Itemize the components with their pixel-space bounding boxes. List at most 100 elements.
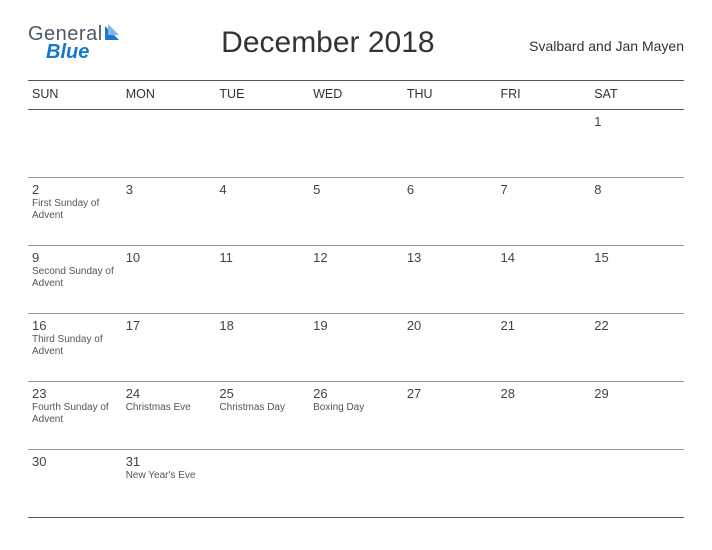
day-number: 15 (594, 250, 680, 265)
day-cell: 10 (122, 246, 216, 314)
day-number: 6 (407, 182, 493, 197)
header: General Blue December 2018 Svalbard and … (28, 20, 684, 62)
day-cell: 30 (28, 450, 122, 518)
day-cell: 23Fourth Sunday of Advent (28, 382, 122, 450)
weekday-header-row: SUN MON TUE WED THU FRI SAT (28, 81, 684, 110)
day-cell: 14 (497, 246, 591, 314)
day-number: 20 (407, 318, 493, 333)
day-cell (497, 110, 591, 178)
day-event: Christmas Eve (126, 402, 212, 414)
day-number: 24 (126, 386, 212, 401)
calendar-title: December 2018 (127, 20, 529, 60)
day-cell (497, 450, 591, 518)
day-cell (403, 110, 497, 178)
day-number: 29 (594, 386, 680, 401)
day-cell (403, 450, 497, 518)
week-row: 1 (28, 110, 684, 178)
day-cell: 28 (497, 382, 591, 450)
day-cell: 9Second Sunday of Advent (28, 246, 122, 314)
day-number: 18 (219, 318, 305, 333)
day-cell (309, 110, 403, 178)
week-row: 9Second Sunday of Advent 10 11 12 13 14 … (28, 246, 684, 314)
day-event: Third Sunday of Advent (32, 334, 118, 357)
day-cell: 13 (403, 246, 497, 314)
day-event: New Year's Eve (126, 470, 212, 482)
day-cell: 26Boxing Day (309, 382, 403, 450)
day-cell: 2First Sunday of Advent (28, 178, 122, 246)
day-cell: 16Third Sunday of Advent (28, 314, 122, 382)
day-cell (309, 450, 403, 518)
calendar-grid: SUN MON TUE WED THU FRI SAT 1 2First Sun… (28, 80, 684, 518)
day-cell: 20 (403, 314, 497, 382)
logo-triangle-icon (105, 24, 127, 44)
day-event: Fourth Sunday of Advent (32, 402, 118, 425)
day-number: 13 (407, 250, 493, 265)
day-cell: 24Christmas Eve (122, 382, 216, 450)
day-cell: 6 (403, 178, 497, 246)
day-cell: 7 (497, 178, 591, 246)
day-cell: 8 (590, 178, 684, 246)
day-number: 12 (313, 250, 399, 265)
weekday-header: WED (309, 81, 403, 110)
day-cell: 11 (215, 246, 309, 314)
day-number: 17 (126, 318, 212, 333)
weekday-header: SUN (28, 81, 122, 110)
day-cell: 5 (309, 178, 403, 246)
day-number: 28 (501, 386, 587, 401)
day-cell: 15 (590, 246, 684, 314)
week-row: 16Third Sunday of Advent 17 18 19 20 21 … (28, 314, 684, 382)
weekday-header: TUE (215, 81, 309, 110)
day-number: 2 (32, 182, 118, 197)
day-number: 3 (126, 182, 212, 197)
brand-logo: General Blue (28, 20, 127, 62)
day-cell (28, 110, 122, 178)
day-event: Christmas Day (219, 402, 305, 414)
day-cell (590, 450, 684, 518)
day-cell: 29 (590, 382, 684, 450)
day-cell: 3 (122, 178, 216, 246)
day-cell: 25Christmas Day (215, 382, 309, 450)
weekday-header: SAT (590, 81, 684, 110)
day-number: 10 (126, 250, 212, 265)
day-cell: 21 (497, 314, 591, 382)
week-row: 23Fourth Sunday of Advent 24Christmas Ev… (28, 382, 684, 450)
day-cell: 17 (122, 314, 216, 382)
day-number: 11 (219, 250, 305, 265)
day-event: Boxing Day (313, 402, 399, 414)
day-event: First Sunday of Advent (32, 198, 118, 221)
day-event: Second Sunday of Advent (32, 266, 118, 289)
day-cell (215, 110, 309, 178)
day-number: 9 (32, 250, 118, 265)
day-cell: 27 (403, 382, 497, 450)
day-cell: 18 (215, 314, 309, 382)
day-cell: 4 (215, 178, 309, 246)
day-number: 30 (32, 454, 118, 469)
region-label: Svalbard and Jan Mayen (529, 20, 684, 54)
day-number: 22 (594, 318, 680, 333)
day-cell: 1 (590, 110, 684, 178)
week-row: 2First Sunday of Advent 3 4 5 6 7 8 (28, 178, 684, 246)
day-cell: 31New Year's Eve (122, 450, 216, 518)
day-cell (215, 450, 309, 518)
day-number: 21 (501, 318, 587, 333)
day-number: 16 (32, 318, 118, 333)
day-cell: 12 (309, 246, 403, 314)
day-number: 14 (501, 250, 587, 265)
day-number: 4 (219, 182, 305, 197)
week-row: 30 31New Year's Eve (28, 450, 684, 518)
day-cell (122, 110, 216, 178)
day-number: 19 (313, 318, 399, 333)
day-number: 31 (126, 454, 212, 469)
weekday-header: MON (122, 81, 216, 110)
day-number: 23 (32, 386, 118, 401)
day-number: 7 (501, 182, 587, 197)
day-number: 1 (594, 114, 680, 129)
day-cell: 22 (590, 314, 684, 382)
weekday-header: FRI (497, 81, 591, 110)
day-number: 8 (594, 182, 680, 197)
weekday-header: THU (403, 81, 497, 110)
day-cell: 19 (309, 314, 403, 382)
day-number: 5 (313, 182, 399, 197)
logo-word-2: Blue (46, 42, 127, 62)
day-number: 25 (219, 386, 305, 401)
